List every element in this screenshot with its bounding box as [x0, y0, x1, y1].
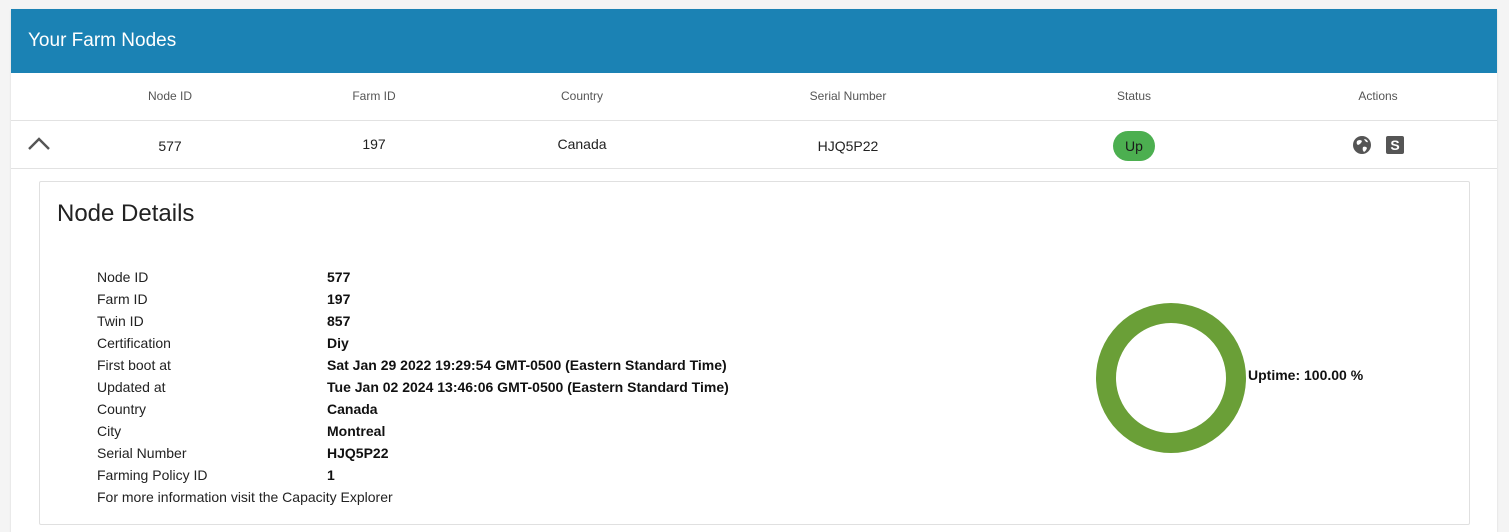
info-row-farm-id: Farm ID 197 — [97, 288, 393, 310]
table-header: Node ID Farm ID Country Serial Number St… — [11, 73, 1497, 121]
info-row-serial-number: Serial Number HJQ5P22 — [97, 442, 393, 464]
info-value: 577 — [327, 269, 351, 285]
details-info-list: Node ID 577 Farm ID 197 Twin ID 857 Cert… — [97, 266, 729, 508]
cell-node-id: 577 — [158, 138, 182, 154]
details-title: Node Details — [57, 200, 195, 227]
capacity-explorer-note[interactable]: For more information visit the Capacity … — [97, 486, 393, 508]
cell-serial-number: HJQ5P22 — [817, 138, 879, 154]
info-label: Node ID — [97, 269, 149, 285]
info-label: City — [97, 423, 122, 439]
info-value: Diy — [327, 335, 349, 351]
column-header-country[interactable]: Country — [561, 73, 603, 120]
info-label: Twin ID — [97, 313, 144, 329]
info-label: Serial Number — [97, 445, 187, 461]
table-row[interactable]: 577 197 Canada HJQ5P22 Up S — [11, 121, 1497, 169]
info-row-city: City Montreal — [97, 420, 393, 442]
info-label: Country — [97, 401, 147, 417]
info-row-farming-policy-id: Farming Policy ID 1 — [97, 464, 393, 486]
cell-farm-id: 197 — [362, 136, 386, 152]
info-label: Certification — [97, 335, 171, 351]
info-value: Tue Jan 02 2024 13:46:06 GMT-0500 (Easte… — [327, 379, 729, 395]
uptime-ring — [1096, 303, 1246, 453]
farm-nodes-card: Your Farm Nodes Node ID Farm ID Country … — [11, 9, 1497, 532]
column-header-status[interactable]: Status — [1117, 73, 1151, 120]
info-label: Farming Policy ID — [97, 467, 208, 483]
cell-country: Canada — [557, 136, 607, 152]
info-row-country: Country Canada — [97, 398, 393, 420]
uptime-label: Uptime: 100.00 % — [1248, 367, 1364, 383]
column-header-farm-id[interactable]: Farm ID — [352, 73, 395, 120]
info-label: Updated at — [97, 379, 166, 395]
info-value: HJQ5P22 — [327, 445, 389, 461]
s-icon[interactable]: S — [1385, 135, 1405, 155]
globe-icon[interactable] — [1352, 135, 1372, 155]
svg-text:S: S — [1390, 137, 1399, 153]
card-header: Your Farm Nodes — [11, 9, 1497, 73]
info-value: Montreal — [327, 423, 386, 439]
info-value: 1 — [327, 467, 335, 483]
info-row-updated-at: Updated at Tue Jan 02 2024 13:46:06 GMT-… — [97, 376, 729, 398]
info-label: Farm ID — [97, 291, 148, 307]
info-row-first-boot: First boot at Sat Jan 29 2022 19:29:54 G… — [97, 354, 727, 376]
info-row-twin-id: Twin ID 857 — [97, 310, 393, 332]
info-value: 857 — [327, 313, 351, 329]
column-header-actions: Actions — [1358, 89, 1398, 103]
status-badge: Up — [1113, 131, 1155, 161]
collapse-row-button[interactable] — [27, 133, 51, 153]
info-value: Sat Jan 29 2022 19:29:54 GMT-0500 (Easte… — [327, 357, 727, 373]
info-value: 197 — [327, 291, 351, 307]
info-label: First boot at — [97, 357, 171, 373]
info-row-certification: Certification Diy — [97, 332, 393, 354]
page-title: Your Farm Nodes — [28, 30, 177, 51]
info-value: Canada — [327, 401, 378, 417]
info-row-node-id: Node ID 577 — [97, 266, 393, 288]
chevron-up-icon — [28, 137, 50, 150]
column-header-serial-number[interactable]: Serial Number — [810, 73, 887, 120]
column-header-node-id[interactable]: Node ID — [148, 73, 192, 120]
uptime-donut-chart — [1096, 303, 1246, 453]
node-details-panel: Node Details Node ID 577 Farm ID 197 Twi… — [39, 181, 1470, 525]
